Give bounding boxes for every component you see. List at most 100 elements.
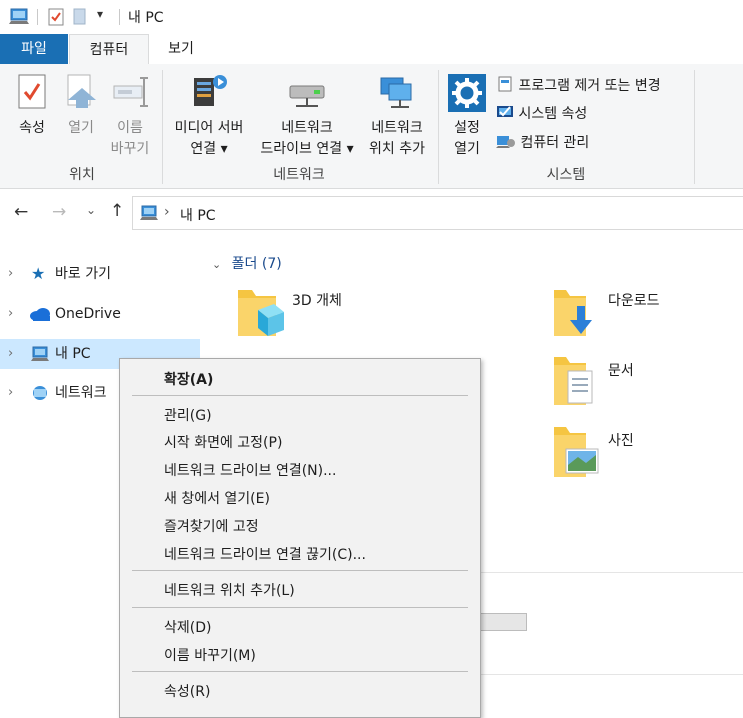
- menu-item-pin-to-quick-access[interactable]: 즐겨찾기에 고정: [164, 516, 259, 536]
- properties-icon: [18, 74, 46, 109]
- new-folder-quick-icon[interactable]: [73, 8, 87, 26]
- breadcrumb-separator-icon[interactable]: ›: [164, 204, 170, 220]
- folder-label-downloads: 다운로드: [608, 293, 660, 309]
- folder-pictures[interactable]: 사진: [552, 425, 732, 485]
- drive-usage-bar: [481, 613, 527, 631]
- folder-label-3d-objects: 3D 개체: [292, 293, 342, 309]
- menu-separator: [132, 395, 468, 396]
- pictures-folder-icon: [554, 427, 599, 477]
- map-network-drive-button[interactable]: 네트워크 드라이브 연결 ▾: [252, 68, 362, 160]
- this-pc-address-icon: [140, 205, 158, 220]
- folders-section-title: 폴더 (7): [231, 256, 282, 272]
- folder-label-documents: 문서: [608, 363, 634, 379]
- nav-label-network: 네트워크: [55, 385, 107, 401]
- rename-label-line2: 바꾸기: [110, 141, 150, 157]
- location-group-title: 위치: [69, 167, 95, 183]
- settings-gear-icon: [448, 74, 486, 112]
- open-label: 열기: [68, 120, 94, 136]
- properties-label: 속성: [19, 120, 45, 136]
- nav-expand-chevron-icon[interactable]: ›: [8, 299, 13, 329]
- network-location-icon: [380, 77, 412, 108]
- menu-separator: [132, 607, 468, 608]
- forward-arrow-icon[interactable]: →: [52, 202, 66, 222]
- media-server-icon: [194, 75, 227, 106]
- this-pc-nav-icon: [31, 346, 49, 361]
- system-properties-button[interactable]: 시스템 속성: [496, 103, 587, 124]
- computer-management-label: 컴퓨터 관리: [520, 135, 590, 151]
- menu-item-rename[interactable]: 이름 바꾸기(M): [164, 645, 256, 665]
- menu-item-delete[interactable]: 삭제(D): [164, 617, 211, 637]
- media-server-label-line2: 연결 ▾: [190, 141, 228, 157]
- ribbon: 속성 열기 이름 바꾸기 위치 미디어 서버 연결 ▾ 네트워크 드라이브 연결…: [0, 64, 743, 189]
- breadcrumb-this-pc[interactable]: 내 PC: [180, 205, 216, 225]
- up-arrow-icon[interactable]: ↑: [110, 201, 124, 221]
- folder-documents[interactable]: 문서: [552, 355, 732, 415]
- menu-item-open-new-window[interactable]: 새 창에서 열기(E): [164, 488, 270, 508]
- nav-item-onedrive[interactable]: › OneDrive: [0, 299, 202, 329]
- menu-item-expand[interactable]: 확장(A): [164, 369, 213, 389]
- folder-label-pictures: 사진: [608, 433, 634, 449]
- computer-management-icon: [496, 136, 515, 148]
- nav-label-this-pc: 내 PC: [55, 346, 91, 362]
- open-icon: [67, 74, 96, 108]
- uninstall-label: 프로그램 제거 또는 변경: [518, 78, 661, 94]
- system-group-title: 시스템: [546, 167, 586, 183]
- add-location-label-line1: 네트워크: [371, 120, 423, 136]
- menu-separator: [132, 671, 468, 672]
- open-settings-button[interactable]: 설정 열기: [444, 68, 490, 160]
- nav-expand-chevron-icon[interactable]: ›: [8, 378, 13, 408]
- back-arrow-icon[interactable]: ←: [14, 202, 28, 222]
- menu-item-pin-to-start[interactable]: 시작 화면에 고정(P): [164, 432, 282, 452]
- media-server-label-line1: 미디어 서버: [174, 120, 244, 136]
- open-button[interactable]: 열기: [58, 68, 104, 160]
- menu-item-disconnect-network-drive[interactable]: 네트워크 드라이브 연결 끊기(C)...: [164, 544, 366, 564]
- star-icon: ★: [31, 264, 46, 283]
- menu-item-manage[interactable]: 관리(G): [164, 405, 212, 425]
- nav-item-quick-access[interactable]: › ★ 바로 가기: [0, 259, 202, 289]
- map-drive-label-line1: 네트워크: [281, 120, 333, 136]
- window-title: 내 PC: [128, 10, 164, 26]
- nav-item-network[interactable]: › 네트워크: [0, 378, 119, 408]
- tab-view[interactable]: 보기: [148, 34, 214, 64]
- network-icon: [33, 386, 47, 400]
- properties-quick-icon[interactable]: [48, 8, 64, 26]
- quick-access-dropdown-icon[interactable]: ▾: [97, 7, 103, 21]
- system-properties-icon: [497, 106, 513, 117]
- nav-expand-chevron-icon[interactable]: ›: [8, 339, 13, 369]
- map-drive-label-line2: 드라이브 연결 ▾: [260, 141, 354, 157]
- rename-label-line1: 이름: [117, 120, 143, 136]
- folder-downloads[interactable]: 다운로드: [552, 284, 732, 344]
- tab-file[interactable]: 파일: [0, 34, 68, 64]
- menu-item-properties[interactable]: 속성(R): [164, 681, 210, 701]
- computer-management-button[interactable]: 컴퓨터 관리: [496, 132, 589, 153]
- this-pc-icon[interactable]: [9, 8, 31, 26]
- system-properties-label: 시스템 속성: [518, 106, 588, 122]
- recent-locations-chevron-icon[interactable]: ⌄: [86, 203, 96, 217]
- rename-button[interactable]: 이름 바꾸기: [104, 68, 156, 160]
- properties-button[interactable]: 속성: [8, 68, 56, 160]
- folder-3d-objects[interactable]: 3D 개체: [236, 284, 396, 344]
- nav-expand-chevron-icon[interactable]: ›: [8, 259, 13, 289]
- downloads-folder-icon: [554, 290, 592, 336]
- section-divider: [481, 572, 743, 573]
- nav-label-quick-access: 바로 가기: [55, 266, 111, 282]
- address-bar[interactable]: › 내 PC: [132, 196, 743, 230]
- menu-separator: [132, 570, 468, 571]
- documents-folder-icon: [554, 357, 593, 405]
- network-drive-icon: [289, 85, 325, 107]
- menu-item-map-network-drive[interactable]: 네트워크 드라이브 연결(N)...: [164, 460, 336, 480]
- uninstall-program-button[interactable]: 프로그램 제거 또는 변경: [496, 75, 661, 96]
- add-network-location-button[interactable]: 네트워크 위치 추가: [362, 68, 432, 160]
- open-settings-label-line2: 열기: [454, 141, 480, 157]
- media-server-button[interactable]: 미디어 서버 연결 ▾: [166, 68, 252, 160]
- folders-section-header[interactable]: ⌄ 폴더 (7): [212, 253, 282, 273]
- menu-item-add-network-location[interactable]: 네트워크 위치 추가(L): [164, 580, 295, 600]
- 3d-objects-folder-icon: [238, 290, 284, 336]
- collapse-chevron-icon: ⌄: [212, 258, 222, 271]
- network-group-title: 네트워크: [273, 167, 325, 183]
- title-bar: ▾ 내 PC: [0, 0, 743, 34]
- ribbon-tab-row: 파일 컴퓨터 보기: [0, 34, 743, 66]
- context-menu: 확장(A) 관리(G) 시작 화면에 고정(P) 네트워크 드라이브 연결(N)…: [119, 358, 481, 718]
- tab-computer[interactable]: 컴퓨터: [69, 34, 149, 66]
- nav-label-onedrive: OneDrive: [55, 306, 121, 322]
